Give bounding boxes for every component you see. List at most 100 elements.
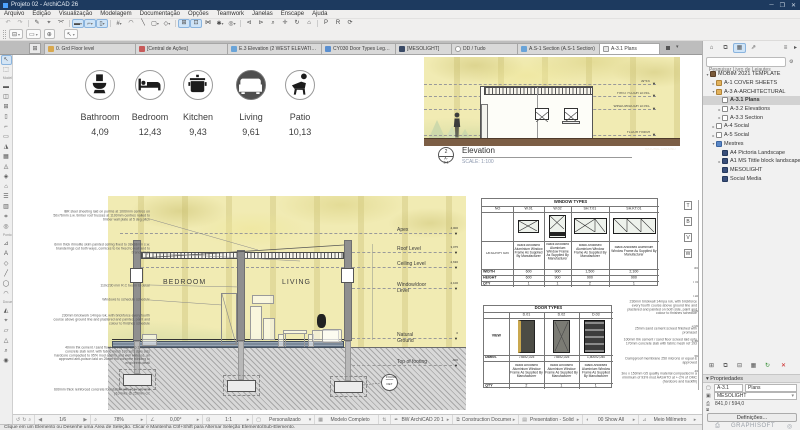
- menu-opcoes[interactable]: Opções: [184, 11, 213, 17]
- delete-icon[interactable]: ✕: [777, 361, 790, 371]
- zoom-level-control[interactable]: ⌕78%▸: [91, 415, 147, 425]
- box-icon[interactable]: ▢▾: [149, 19, 161, 28]
- tree-item-elevations[interactable]: ▸A-3.2 Elevations: [703, 105, 800, 114]
- snap-guide-icon[interactable]: ╲: [137, 19, 149, 28]
- tab-grd-floor[interactable]: 0. Grd Floor level: [44, 43, 136, 55]
- arc-tool[interactable]: ◠: [1, 289, 12, 299]
- menu-janelas[interactable]: Janelas: [248, 11, 277, 17]
- layer-widget[interactable]: ⊟ ▾: [9, 29, 23, 39]
- render-r-icon[interactable]: R: [332, 19, 344, 28]
- menu-modelagem[interactable]: Modelagem: [96, 11, 135, 17]
- offset-widget[interactable]: ⊕: [44, 29, 55, 39]
- tree-item-a5-social[interactable]: ▸A-5 Social: [703, 131, 800, 140]
- new-layout-icon[interactable]: ⊞: [705, 361, 718, 371]
- help-icon[interactable]: ◎▾: [226, 19, 238, 28]
- dimension-standard-selector[interactable]: ⊿Meio Milímetro▸: [639, 415, 699, 425]
- minimize-icon[interactable]: ─: [769, 2, 773, 9]
- roof-tool[interactable]: ◮: [1, 142, 12, 152]
- tab-door-legend[interactable]: CY030 Door Types Legend (CY030 D...: [322, 43, 396, 55]
- marker-tool[interactable]: △: [1, 336, 12, 346]
- tab-list-chevron-icon[interactable]: ▾: [676, 44, 679, 50]
- shell-tool[interactable]: ◬: [1, 162, 12, 172]
- tab-section[interactable]: A.S-1 Section (A.S-1 Section): [518, 43, 600, 55]
- marquee-tool[interactable]: ⬚: [1, 65, 12, 75]
- column-tool-icon[interactable]: ▯▾: [96, 19, 108, 28]
- column-tool[interactable]: ▯: [1, 112, 12, 122]
- new-subset-icon[interactable]: ⧉: [719, 361, 732, 371]
- lamp-tool[interactable]: ◎: [1, 222, 12, 232]
- pen-set-selector[interactable]: ✒BW ArchiCAD 20 1▸: [391, 415, 453, 425]
- tree-item-mesolight[interactable]: MESOLIGHT: [703, 166, 800, 175]
- dimension-icon[interactable]: ⊡: [190, 19, 202, 28]
- orientation-toggle[interactable]: ⇅: [379, 415, 391, 425]
- arrow-mode-widget[interactable]: ↖ ▾: [64, 29, 78, 39]
- fit-option[interactable]: ▢Personalizado▾: [253, 415, 315, 425]
- dimension-tool[interactable]: ⊿: [1, 239, 12, 249]
- open-settings-icon[interactable]: ▦: [747, 361, 760, 371]
- tree-item-social-media[interactable]: Social Media: [703, 174, 800, 183]
- fill-tool[interactable]: ◇: [1, 259, 12, 269]
- hotspot-tool[interactable]: ◉: [1, 356, 12, 366]
- panel-menu-icon[interactable]: ≡: [781, 43, 790, 53]
- tree-item-plans-selected[interactable]: A-3.1 Plans: [703, 96, 800, 105]
- beam-tool-icon[interactable]: ⌐▾: [84, 19, 96, 28]
- rotation-control[interactable]: ∠0,00°▸: [147, 415, 203, 425]
- link-icon[interactable]: ⋈: [202, 19, 214, 28]
- layers-icon[interactable]: ⊞: [178, 19, 190, 28]
- curtain-wall-tool[interactable]: ⌗: [1, 212, 12, 222]
- morph-tool[interactable]: ◈: [1, 172, 12, 182]
- tab-plans-active[interactable]: A-3.1 Plans: [600, 43, 660, 55]
- menu-visualizacao[interactable]: Visualização: [55, 11, 97, 17]
- wall-tool-icon[interactable]: ▬▾: [72, 19, 84, 28]
- previous-view-icon[interactable]: ⊲: [243, 19, 255, 28]
- printer-icon[interactable]: ⎙: [715, 423, 720, 430]
- tab-dd-tudo[interactable]: DD / Tudo: [452, 43, 518, 55]
- grid-snap-icon[interactable]: #▾: [113, 19, 125, 28]
- publisher-icon[interactable]: ⇗: [747, 43, 760, 53]
- layout-search[interactable]: [706, 57, 786, 67]
- guide-line-icon[interactable]: ◠: [125, 19, 137, 28]
- show-all-selector[interactable]: ◐00 Show All▸: [583, 415, 639, 425]
- maximize-icon[interactable]: ❐: [780, 2, 785, 9]
- tree-item-a4-social[interactable]: ▸A-4 Social: [703, 122, 800, 131]
- master-dropdown[interactable]: MESOLIGHT▾: [714, 392, 797, 400]
- tree-item-cover-sheets[interactable]: ▸A-1 COVER SHEETS: [703, 79, 800, 88]
- wall-tool[interactable]: ▬: [1, 82, 12, 92]
- tree-item-mestres[interactable]: ▾Mestres: [703, 140, 800, 149]
- settings-button[interactable]: Definições...: [707, 413, 797, 422]
- layer-combination-selector[interactable]: ⧉Construction Document...▸: [453, 415, 519, 425]
- layout-pager[interactable]: ◀1/6▶: [35, 415, 91, 425]
- circle-tool[interactable]: ◯: [1, 279, 12, 289]
- layout-id-field[interactable]: A-3.1: [714, 384, 743, 392]
- undo-icon[interactable]: ↶: [2, 19, 14, 28]
- orbit-icon[interactable]: ↻: [291, 19, 303, 28]
- menu-documentacao[interactable]: Documentação: [136, 11, 184, 17]
- camera-tool[interactable]: ▱: [1, 326, 12, 336]
- line-tool[interactable]: ╱: [1, 269, 12, 279]
- view-history-buttons[interactable]: ↺↻⌕: [13, 415, 35, 425]
- model-view-options-selector[interactable]: ▤Presentation - Solid▸: [519, 415, 583, 425]
- layout-book-icon[interactable]: ▦: [733, 43, 746, 53]
- search-gear-icon[interactable]: ⚙: [789, 59, 793, 65]
- project-map-icon[interactable]: ⧉: [719, 43, 732, 53]
- inject-parameters-icon[interactable]: ⌤: [55, 19, 67, 28]
- zoom-icon[interactable]: ⌕: [267, 19, 279, 28]
- close-icon[interactable]: ✕: [791, 2, 796, 9]
- worksheet-tool[interactable]: ⌖: [1, 316, 12, 326]
- new-master-icon[interactable]: ⊟: [733, 361, 746, 371]
- arrow-tool[interactable]: ↖: [1, 55, 12, 65]
- toolbar-drag-handle[interactable]: [3, 30, 6, 39]
- tab-overview-icon[interactable]: ⊞: [29, 43, 41, 54]
- tree-item-a4-pictoria[interactable]: A4 Pictoria Landscape: [703, 148, 800, 157]
- menu-teamwork[interactable]: Teamwork: [213, 11, 248, 17]
- properties-header[interactable]: ▾ Propriedades: [703, 374, 800, 383]
- update-icon[interactable]: ↻: [761, 361, 774, 371]
- settings-gear-icon[interactable]: ✱▾: [214, 19, 226, 28]
- door-tool[interactable]: ◫: [1, 92, 12, 102]
- railing-tool[interactable]: ▥: [1, 202, 12, 212]
- menu-edicao[interactable]: Edição: [28, 11, 54, 17]
- window-tool[interactable]: ⊞: [1, 102, 12, 112]
- publish-p-icon[interactable]: P: [320, 19, 332, 28]
- project-chooser-icon[interactable]: ⌂: [705, 43, 718, 53]
- tab-central-acoes[interactable]: [Central de Ações]: [136, 43, 228, 55]
